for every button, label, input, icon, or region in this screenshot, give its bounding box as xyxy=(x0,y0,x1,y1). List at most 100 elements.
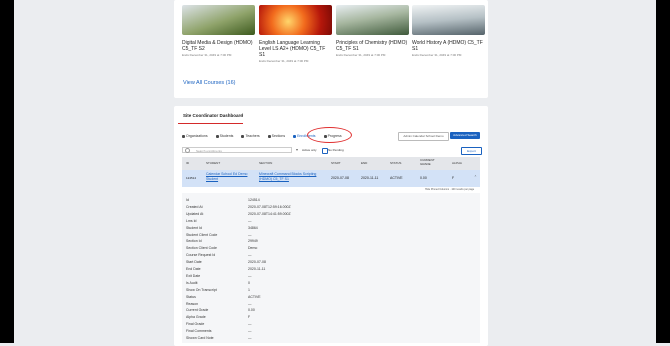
detail-label: Is Audit xyxy=(186,280,198,285)
detail-value: — xyxy=(248,253,252,258)
red-annotation-circle xyxy=(307,127,352,143)
tab-teachers[interactable]: Teachers xyxy=(241,134,260,138)
left-black-bar xyxy=(0,0,14,343)
enrollments-icon xyxy=(293,134,297,138)
course-thumbnail xyxy=(412,5,485,35)
tab-students[interactable]: Students xyxy=(215,134,233,138)
detail-value: — xyxy=(248,273,252,278)
detail-label: Exit Date xyxy=(186,273,201,278)
course-card[interactable]: Digital Media & Design (HDMO) C5_TF S2 E… xyxy=(182,5,255,57)
detail-label: Alpha Grade xyxy=(186,315,206,320)
filter-chevron-icon[interactable]: ▾ xyxy=(296,147,298,152)
course-card[interactable]: Principles of Chemistry (HDMO) C5_TF S1 … xyxy=(336,5,409,57)
course-thumbnail xyxy=(182,5,255,35)
course-title[interactable]: Principles of Chemistry (HDMO) C5_TF S1 xyxy=(336,40,409,52)
detail-label: Reason xyxy=(186,301,199,306)
column-header-current-grade[interactable]: CURRENT GRADE xyxy=(420,158,438,166)
table-legend: Hide Pinned Columns · 100 results per pa… xyxy=(425,188,475,191)
collapse-row-icon[interactable]: ⌃ xyxy=(474,175,477,179)
detail-value: 2020-07-08T14:41:59.000Z xyxy=(248,211,291,216)
detail-label: Status xyxy=(186,294,196,299)
course-card[interactable]: English Language Learning Level LS A2+ (… xyxy=(259,5,332,63)
search-icon xyxy=(185,148,190,153)
detail-label: Final Grade xyxy=(186,322,205,327)
view-all-courses-link[interactable]: View All Courses (16) xyxy=(183,80,235,86)
detail-value: — xyxy=(248,329,252,334)
detail-label: Section Client Code xyxy=(186,246,217,251)
detail-label: Shown Card Note xyxy=(186,336,214,340)
search-input[interactable]: Search enrollments xyxy=(182,147,292,153)
dashboard-title[interactable]: Site Coordinator Dashboard xyxy=(183,113,243,118)
detail-value: 0.00 xyxy=(248,308,255,313)
detail-label: Created At xyxy=(186,204,203,209)
detail-value: F xyxy=(248,315,251,320)
active-only-label[interactable]: Active only xyxy=(302,148,317,152)
tab-organizations[interactable]: Organizations xyxy=(182,134,208,138)
detail-value: 2020-07-08T12:59:16.000Z xyxy=(248,204,291,209)
detail-value: 29949 xyxy=(248,239,258,244)
detail-value: — xyxy=(248,322,252,327)
no-pending-label: No Pending xyxy=(328,148,344,152)
detail-value: 0 xyxy=(248,280,250,285)
column-header-student[interactable]: STUDENT xyxy=(206,161,220,165)
column-header-status[interactable]: STATUS xyxy=(390,161,401,165)
row-id: 124514 xyxy=(186,176,197,180)
building-icon xyxy=(182,134,185,138)
row-grade: 0.00 xyxy=(420,176,427,180)
teacher-icon xyxy=(241,134,245,138)
detail-value: 2020-07-08 xyxy=(248,260,266,265)
admin-calendar-button[interactable]: Admin Calendar School Demo xyxy=(398,132,449,141)
detail-label: Student Client Code xyxy=(186,232,218,237)
detail-value: 1 xyxy=(248,287,250,292)
detail-value: 124514 xyxy=(248,198,260,202)
detail-value: ACTIVE xyxy=(248,294,261,299)
sections-icon xyxy=(267,134,271,138)
detail-label: Final Comments xyxy=(186,329,212,334)
column-header-section[interactable]: SECTION xyxy=(259,161,272,165)
detail-value: 2020-11-11 xyxy=(248,267,266,271)
row-end: 2020-11-11 xyxy=(361,176,379,180)
row-alpha: F xyxy=(452,176,455,180)
detail-label: End Date xyxy=(186,267,201,271)
student-icon xyxy=(215,134,219,138)
export-button[interactable]: Export xyxy=(461,147,482,155)
row-status: ACTIVE xyxy=(390,176,403,180)
red-annotation-underline xyxy=(178,123,243,124)
course-title[interactable]: World History A (HDMO) C5_TF S1 xyxy=(412,40,485,52)
course-end-date: Ends December 31, 2049 at 7:00 PM xyxy=(336,53,386,57)
course-end-date: Ends December 31, 2049 at 7:00 PM xyxy=(259,59,309,63)
detail-value: — xyxy=(248,336,252,340)
detail-label: Lms Id xyxy=(186,218,197,223)
detail-label: Updated At xyxy=(186,211,204,216)
column-header-alpha[interactable]: ALPHA xyxy=(452,161,462,165)
detail-label: Section Id xyxy=(186,239,202,244)
detail-label: Show On Transcript xyxy=(186,287,217,292)
detail-value: — xyxy=(248,232,252,237)
chevron-down-icon[interactable]: ⌄ xyxy=(240,112,244,118)
advanced-search-button[interactable]: Advanced Search xyxy=(450,132,480,139)
detail-label: Course Request Id xyxy=(186,253,216,258)
tab-sections[interactable]: Sections xyxy=(267,134,285,138)
course-title[interactable]: Digital Media & Design (HDMO) C5_TF S2 xyxy=(182,40,255,52)
column-header-end[interactable]: END xyxy=(361,161,367,165)
course-card[interactable]: World History A (HDMO) C5_TF S1 Ends Dec… xyxy=(412,5,485,57)
right-black-bar xyxy=(656,0,670,343)
detail-value: — xyxy=(248,301,252,306)
row-start: 2020-07-08 xyxy=(331,176,349,180)
row-section-link[interactable]: Minecraft Command Blocks Scripting (HDMO… xyxy=(259,172,327,181)
detail-label: Current Grade xyxy=(186,308,209,313)
detail-label: Student Id xyxy=(186,225,202,230)
row-student-link[interactable]: Calendar School Ed Demo Student xyxy=(206,172,250,181)
detail-label: Start Date xyxy=(186,260,202,265)
detail-value: Demo xyxy=(248,246,258,251)
course-thumbnail xyxy=(259,5,332,35)
column-header-id[interactable]: ID xyxy=(186,161,189,165)
course-thumbnail xyxy=(336,5,409,35)
detail-label: Id xyxy=(186,198,189,202)
course-end-date: Ends December 31, 2049 at 7:00 PM xyxy=(412,53,462,57)
detail-value: 34864 xyxy=(248,225,258,230)
detail-value: — xyxy=(248,218,252,223)
enrollment-details-panel xyxy=(182,193,480,343)
course-title[interactable]: English Language Learning Level LS A2+ (… xyxy=(259,40,332,58)
column-header-start[interactable]: START xyxy=(331,161,341,165)
